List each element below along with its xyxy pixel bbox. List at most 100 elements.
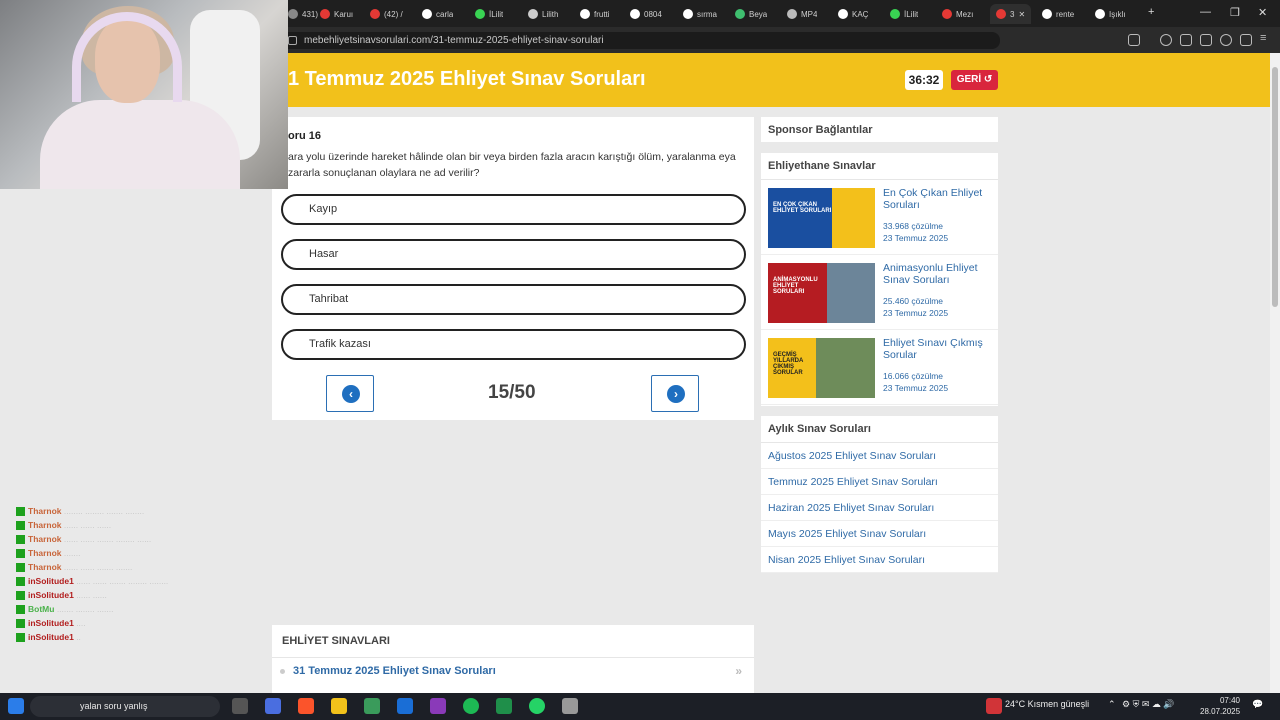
chat-text: ...... ...... ...... [63, 520, 112, 530]
scrollbar-thumb[interactable] [1272, 67, 1278, 307]
monthly-link[interactable]: Temmuz 2025 Ehliyet Sınav Soruları [761, 469, 998, 495]
outlook-icon[interactable] [397, 698, 413, 714]
chat-badge-icon [16, 507, 25, 517]
monthly-link[interactable]: Mayıs 2025 Ehliyet Sınav Soruları [761, 521, 998, 547]
previous-question-button[interactable]: ‹ [326, 375, 374, 412]
url-field[interactable]: mebehliyetsinavsorulari.com/31-temmuz-20… [280, 32, 1000, 49]
app-icon[interactable] [562, 698, 578, 714]
browser-tab[interactable]: Mezı [942, 4, 973, 24]
brave-icon[interactable] [298, 698, 314, 714]
browser-tab[interactable]: Karuı [320, 4, 353, 24]
browser-tab[interactable]: carla [422, 4, 453, 24]
chat-message: inSolitude1 ...... ...... [16, 589, 276, 601]
monthly-link[interactable]: Nisan 2025 Ehliyet Sınav Soruları [761, 547, 998, 573]
exam-card[interactable]: GEÇMİŞ YILLARDA ÇIKMIŞ SORULAR Ehliyet S… [761, 330, 998, 405]
browser-tab[interactable]: Lilith [528, 4, 558, 24]
tab-favicon-icon [735, 9, 745, 19]
chat-username[interactable]: Tharnok [28, 548, 62, 558]
browser-tab[interactable]: Işıklı [1095, 4, 1125, 24]
explorer-icon[interactable] [331, 698, 347, 714]
ehliyethane-box: Ehliyethane Sınavlar EN ÇOK ÇIKAN EHLİYE… [761, 153, 998, 406]
tab-label: Işıklı [1109, 9, 1126, 19]
app-icon[interactable] [496, 698, 512, 714]
browser-tab[interactable]: frutti [580, 4, 610, 24]
clock[interactable]: 07:40 28.07.2025 [1200, 695, 1240, 717]
discord-icon[interactable] [430, 698, 446, 714]
exam-card-title[interactable]: Ehliyet Sınavı Çıkmış Sorular [883, 337, 993, 361]
exam-card-thumbnail[interactable]: EN ÇOK ÇIKAN EHLİYET SORULARI [768, 188, 875, 248]
start-icon[interactable] [8, 698, 24, 714]
exam-card-title[interactable]: Animasyonlu Ehliyet Sınav Soruları [883, 262, 993, 286]
undo-icon: ↺ [983, 74, 993, 85]
copilot-icon[interactable] [265, 698, 281, 714]
task-view-icon[interactable] [232, 698, 248, 714]
answer-option[interactable]: Trafik kazası [281, 329, 746, 360]
taskbar-search[interactable]: yalan soru yanlış [30, 696, 220, 717]
answer-option[interactable]: Hasar [281, 239, 746, 270]
answer-option[interactable]: Kayıp [281, 194, 746, 225]
chat-username[interactable]: inSolitude1 [28, 576, 74, 586]
thumbnail-caption: ANİMASYONLU EHLİYET SORULARI [773, 277, 818, 295]
page-scrollbar[interactable] [1270, 53, 1280, 693]
chat-username[interactable]: inSolitude1 [28, 590, 74, 600]
vpn-icon[interactable] [1240, 34, 1252, 46]
browser-tab[interactable]: İLilit [475, 4, 503, 24]
browser-tab[interactable]: Beya [735, 4, 767, 24]
tab-label: İLilit [904, 9, 919, 19]
chat-username[interactable]: inSolitude1 [28, 632, 74, 642]
site-info-icon[interactable] [288, 36, 297, 45]
menu-icon[interactable]: ≡ [1260, 32, 1272, 44]
monthly-title: Aylık Sınav Soruları [761, 416, 998, 443]
leo-ai-icon[interactable] [1220, 34, 1232, 46]
close-window-button[interactable]: ✕ [1258, 6, 1267, 19]
browser-tab[interactable]: KAÇ [838, 4, 868, 24]
back-button-label: GERİ [956, 74, 982, 85]
browser-tab[interactable]: İLilit [890, 4, 918, 24]
minimize-button[interactable]: — [1200, 6, 1211, 18]
chat-username[interactable]: Tharnok [28, 562, 62, 572]
solve-count: 16.066 çözülme [883, 371, 944, 381]
chat-username[interactable]: inSolitude1 [28, 618, 74, 628]
back-button[interactable]: GERİ ↺ [951, 70, 998, 90]
notifications-icon[interactable]: 💬 [1252, 699, 1263, 710]
ehliyethane-title: Ehliyethane Sınavlar [761, 153, 998, 180]
exam-card-thumbnail[interactable]: GEÇMİŞ YILLARDA ÇIKMIŞ SORULAR [768, 338, 875, 398]
browser-tab[interactable]: rente [1042, 4, 1074, 24]
browser-tab[interactable]: 0804 [630, 4, 662, 24]
monthly-link[interactable]: Ağustos 2025 Ehliyet Sınav Soruları [761, 443, 998, 469]
store-icon[interactable] [364, 698, 380, 714]
answer-option[interactable]: Tahribat [281, 284, 746, 315]
browser-tab[interactable]: (42) / [370, 4, 403, 24]
browser-tab[interactable]: 431) [288, 4, 318, 24]
wallet-icon[interactable] [1200, 34, 1212, 46]
chat-username[interactable]: Tharnok [28, 506, 62, 516]
spotify-icon[interactable] [463, 698, 479, 714]
new-tab-button[interactable]: + [1148, 6, 1154, 18]
chat-badge-icon [16, 549, 25, 559]
chat-username[interactable]: Tharnok [28, 520, 62, 530]
maximize-button[interactable]: ❐ [1230, 6, 1240, 19]
exam-card[interactable]: EN ÇOK ÇIKAN EHLİYET SORULARI En Çok Çık… [761, 180, 998, 255]
tray-icons[interactable]: ⚙ ⛨ ✉ ☁ 🔊 [1122, 699, 1175, 710]
reader-mode-icon[interactable] [1128, 34, 1140, 46]
browser-tab[interactable]: 3 ✕ [990, 4, 1032, 24]
close-tab-icon[interactable]: ✕ [1018, 10, 1025, 19]
weather-text[interactable]: 24°C Kısmen güneşli [1005, 699, 1089, 709]
browser-tab[interactable]: sırma [683, 4, 717, 24]
chat-username[interactable]: Tharnok [28, 534, 62, 544]
browser-tab[interactable]: MP4 [787, 4, 817, 24]
exam-card-thumbnail[interactable]: ANİMASYONLU EHLİYET SORULARI [768, 263, 875, 323]
sidebar-icon[interactable] [1180, 34, 1192, 46]
tray-chevron-icon[interactable]: ⌃ [1108, 699, 1116, 710]
exam-link[interactable]: 31 Temmuz 2025 Ehliyet Sınav Soruları » [272, 658, 754, 684]
tab-favicon-icon [996, 9, 1006, 19]
whatsapp-icon[interactable] [529, 698, 545, 714]
monthly-link[interactable]: Haziran 2025 Ehliyet Sınav Soruları [761, 495, 998, 521]
exam-card[interactable]: ANİMASYONLU EHLİYET SORULARI Animasyonlu… [761, 255, 998, 330]
chat-text: ....... [63, 548, 81, 558]
media-icon[interactable] [1160, 34, 1172, 46]
chat-username[interactable]: BotMu [28, 604, 54, 614]
exam-card-title[interactable]: En Çok Çıkan Ehliyet Soruları [883, 187, 993, 211]
next-question-button[interactable]: › [651, 375, 699, 412]
tab-favicon-icon [942, 9, 952, 19]
